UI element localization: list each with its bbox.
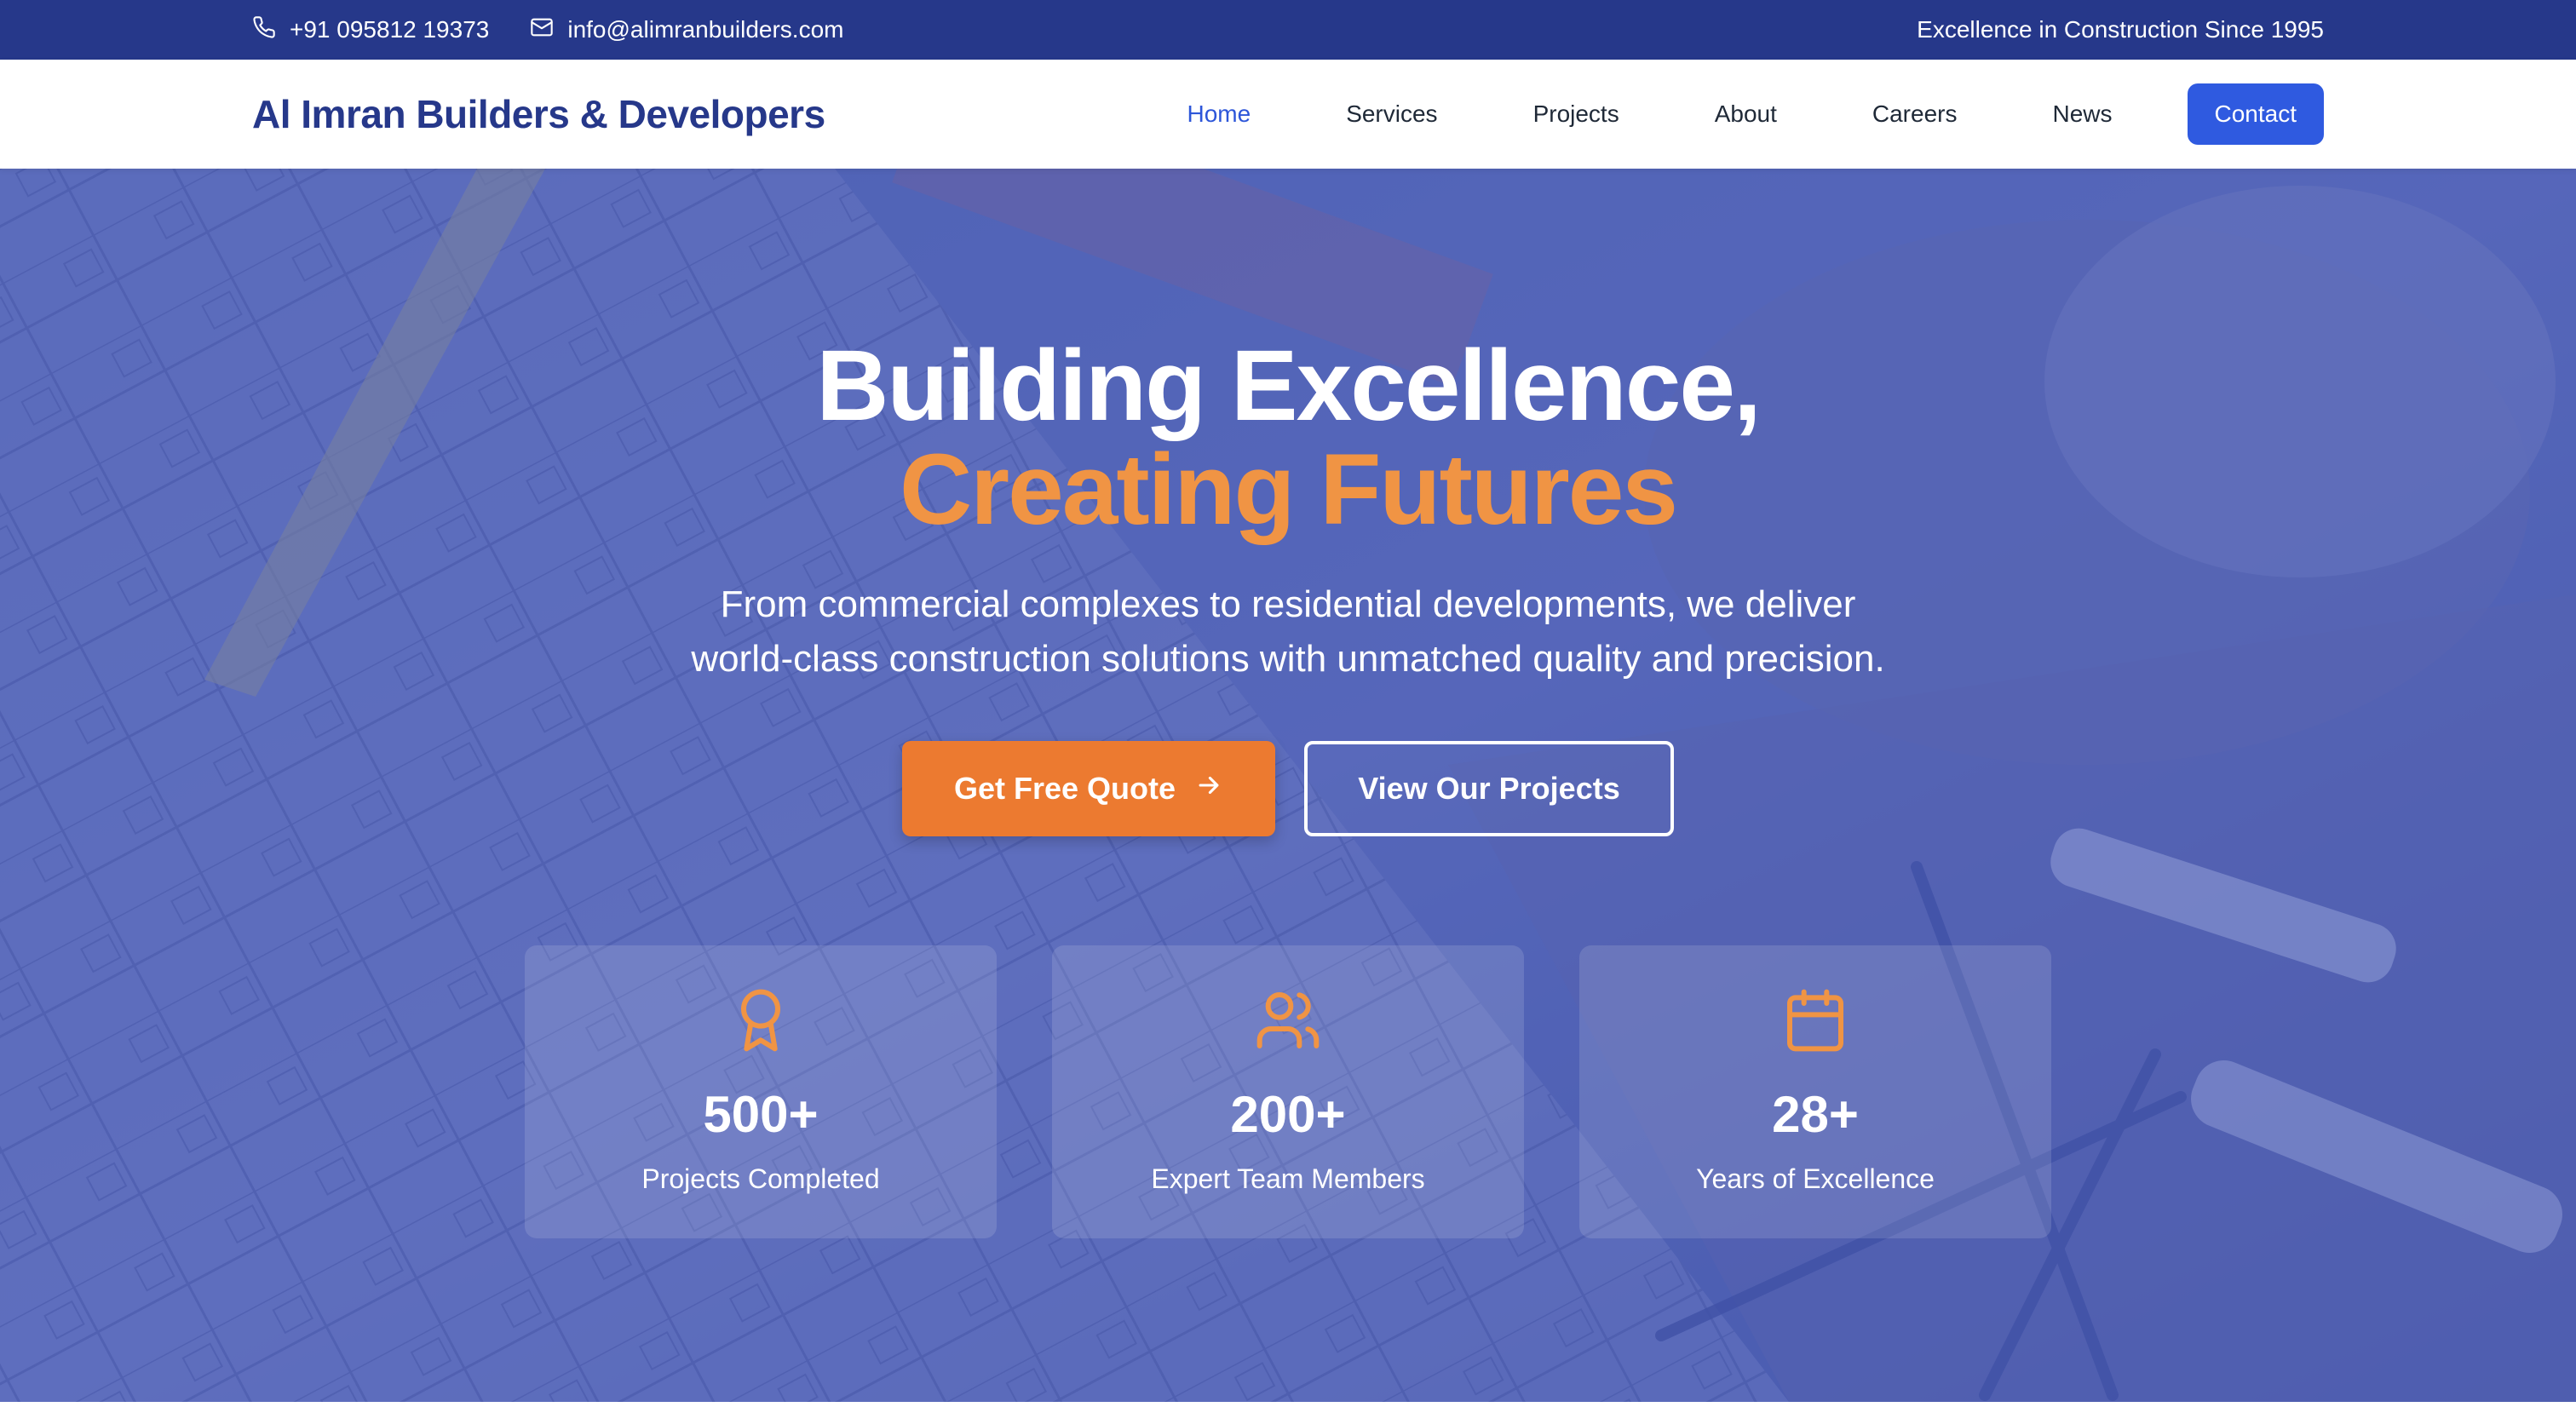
hero-title-line2: Creating Futures [899, 434, 1678, 546]
email-link[interactable]: info@alimranbuilders.com [530, 15, 843, 45]
hero-subtitle-line1: From commercial complexes to residential… [720, 583, 1856, 625]
stat-value: 28+ [1772, 1086, 1859, 1143]
award-icon [525, 986, 997, 1054]
stat-label: Projects Completed [641, 1163, 880, 1194]
nav-link-news[interactable]: News [2052, 100, 2112, 128]
users-icon [1052, 986, 1524, 1054]
nav-link-services[interactable]: Services [1346, 100, 1437, 128]
stat-card-years: 28+ Years of Excellence [1579, 945, 2051, 1238]
hero-content: Building Excellence, Creating Futures Fr… [0, 169, 2576, 1402]
stat-value: 200+ [1230, 1086, 1346, 1143]
top-bar: +91 095812 19373 info@alimranbuilders.co… [0, 0, 2576, 60]
hero-section: Building Excellence, Creating Futures Fr… [0, 169, 2576, 1402]
contact-info: +91 095812 19373 info@alimranbuilders.co… [252, 15, 843, 45]
stat-value: 500+ [703, 1086, 819, 1143]
hero-subtitle-line2: world-class construction solutions with … [691, 638, 1885, 680]
stats-row: 500+ Projects Completed 200+ Expert Team… [525, 945, 2051, 1238]
stat-card-team: 200+ Expert Team Members [1052, 945, 1524, 1238]
nav-link-about[interactable]: About [1715, 100, 1777, 128]
get-free-quote-button[interactable]: Get Free Quote [902, 741, 1275, 836]
hero-title-line1: Building Excellence, [816, 330, 1762, 442]
phone-icon [252, 15, 276, 45]
email-address: info@alimranbuilders.com [567, 16, 844, 43]
contact-button[interactable]: Contact [2187, 83, 2324, 145]
phone-link[interactable]: +91 095812 19373 [252, 15, 489, 45]
arrow-right-icon [1194, 771, 1223, 807]
tagline: Excellence in Construction Since 1995 [1917, 16, 2324, 43]
mail-icon [530, 15, 554, 45]
stat-label: Years of Excellence [1696, 1163, 1935, 1194]
main-nav: Al Imran Builders & Developers Home Serv… [0, 60, 2576, 169]
stat-card-projects: 500+ Projects Completed [525, 945, 997, 1238]
nav-link-careers[interactable]: Careers [1872, 100, 1958, 128]
hero-subtitle: From commercial complexes to residential… [0, 577, 2576, 686]
view-projects-button[interactable]: View Our Projects [1304, 741, 1674, 836]
calendar-icon [1579, 986, 2051, 1054]
phone-number: +91 095812 19373 [290, 16, 490, 43]
nav-link-home[interactable]: Home [1187, 100, 1251, 128]
brand-logo[interactable]: Al Imran Builders & Developers [252, 91, 825, 137]
stat-label: Expert Team Members [1151, 1163, 1425, 1194]
nav-link-projects[interactable]: Projects [1533, 100, 1619, 128]
get-free-quote-label: Get Free Quote [953, 771, 1176, 806]
nav-menu: Home Services Projects About Careers New… [1091, 83, 2324, 145]
hero-buttons: Get Free Quote View Our Projects [0, 741, 2576, 836]
